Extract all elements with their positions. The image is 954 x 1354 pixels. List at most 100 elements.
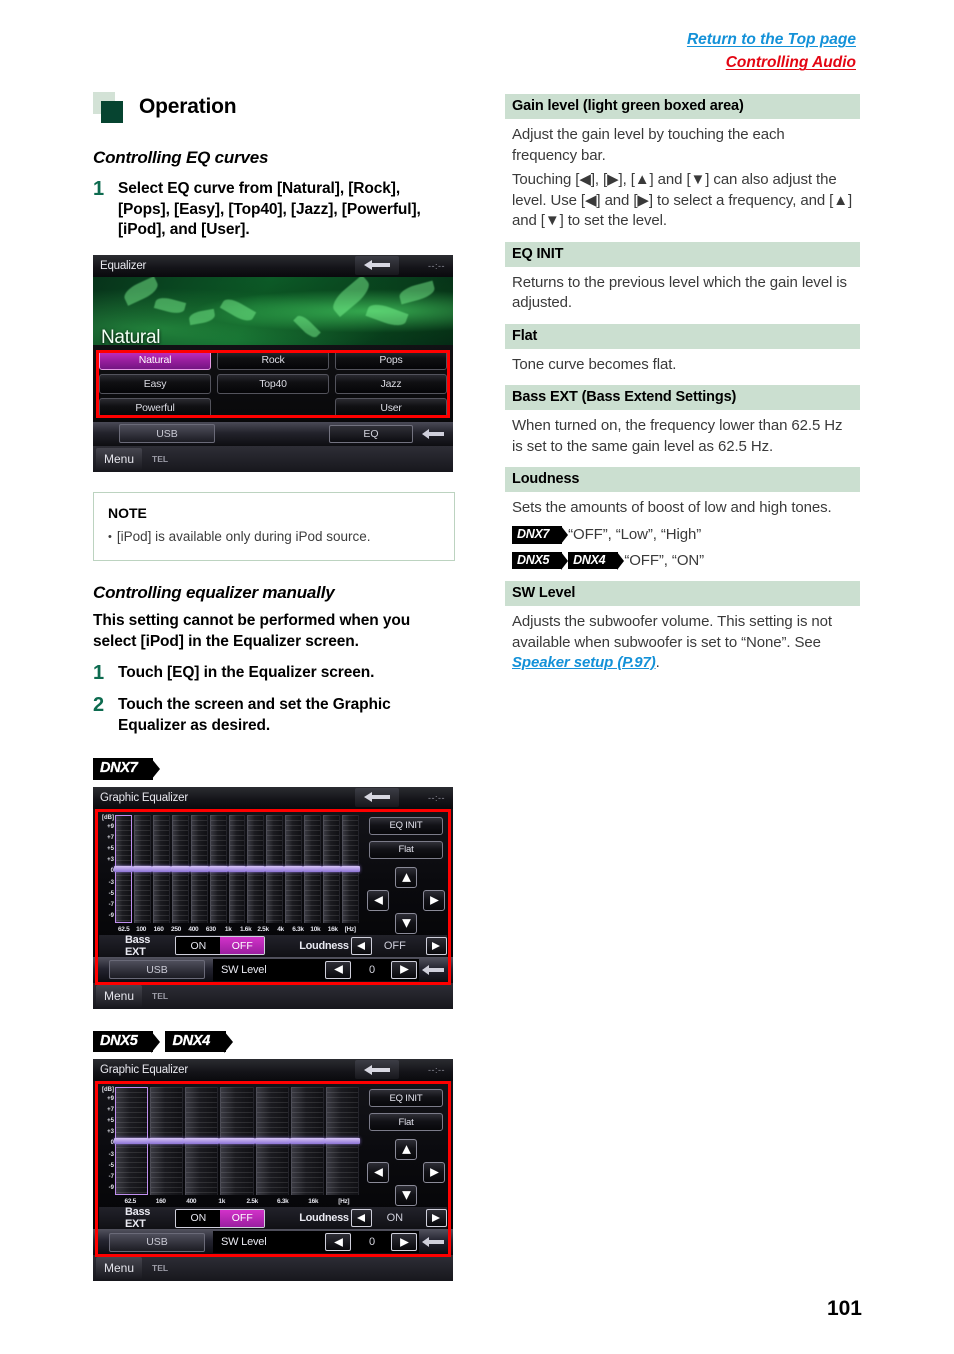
bass-ext-on-button[interactable]: ON [176,937,221,955]
loudness-prev-button[interactable] [350,936,373,955]
frequency-bar[interactable] [189,814,209,923]
frequency-bar[interactable] [170,814,190,923]
frequency-label: 62.5 [117,925,130,933]
speaker-setup-link[interactable]: Speaker setup (P.97) [512,654,656,671]
return-button[interactable] [417,424,449,444]
bass-ext-off-button[interactable]: OFF [220,1209,265,1227]
source-usb-button[interactable]: USB [119,424,215,444]
graphic-eq-plot: [dB] +9 +7 +5 +3 0 -3 -5 -7 -9 EQ INIT F… [99,1087,447,1207]
step-text: Touch [EQ] in the Equalizer screen. [118,664,375,682]
frequency-bar[interactable] [114,1087,150,1196]
eq-init-button[interactable]: EQ INIT [369,1089,443,1108]
flat-button[interactable]: Flat [369,1113,443,1132]
frequency-prev-button[interactable] [367,889,389,911]
frequency-unit-label: [Hz] [338,1198,350,1206]
sw-level-increase-button[interactable] [391,1233,417,1252]
frequency-label: 100 [136,925,147,933]
frequency-bar[interactable] [341,814,360,923]
flat-button[interactable]: Flat [369,840,443,859]
back-arrow-button[interactable] [355,255,399,275]
dnx5-dnx4-badge-row: DNX5 DNX4 [93,1030,455,1054]
frequency-label: 250 [171,925,181,933]
loudness-next-button[interactable] [425,936,447,955]
source-usb-button[interactable]: USB [109,960,205,980]
equalizer-preset-screenshot: Equalizer --:-- Natural Natural Rock Pop… [93,254,453,472]
definition-description: Adjust the gain level by touching the ea… [505,119,860,242]
bass-ext-off-button[interactable]: OFF [220,937,265,955]
return-button[interactable] [417,1232,449,1252]
graphic-eq-controls: EQ INIT Flat [361,815,447,934]
menu-button[interactable]: Menu [96,984,142,1007]
graphic-eq-bottom-bar: USB SW Level 0 [93,1229,453,1256]
frequency-bar[interactable] [151,814,171,923]
loudness-values-text: “OFF”, “Low”, “High” [568,526,702,544]
sw-level-panel: SW Level 0 [213,1231,419,1254]
db-label: +9 [107,1096,114,1103]
loudness-label: Loudness [299,1212,349,1225]
sw-level-decrease-button[interactable] [325,960,351,979]
sw-level-value: 0 [369,963,376,976]
sw-level-label: SW Level [221,963,267,976]
frequency-bar[interactable] [114,814,133,923]
back-arrow-button[interactable] [355,1060,399,1080]
frequency-bar[interactable] [208,814,228,923]
frequency-bar[interactable] [219,1087,255,1196]
return-to-top-page-link[interactable]: Return to the Top page [687,29,856,51]
frequency-bar[interactable] [149,1087,185,1196]
frequency-bar[interactable] [322,814,342,923]
db-label: -5 [108,1163,114,1170]
frequency-bar[interactable] [265,814,285,923]
device-titlebar: Equalizer --:-- [93,254,453,277]
current-eq-curve-label: Natural [101,326,161,345]
controlling-audio-breadcrumb-link[interactable]: Controlling Audio [726,52,856,74]
eq-button[interactable]: EQ [329,424,413,443]
db-label: -3 [108,879,114,886]
gain-down-button[interactable] [395,1185,417,1207]
frequency-label: 6.3k [277,1198,289,1206]
frequency-bar[interactable] [289,1087,325,1196]
eq-preset-user-button[interactable]: User [335,397,447,418]
sw-level-decrease-button[interactable] [325,1233,351,1252]
frequency-next-button[interactable] [423,1162,445,1184]
definition-description: Returns to the previous level which the … [505,267,860,324]
frequency-next-button[interactable] [423,889,445,911]
frequency-bar[interactable] [254,1087,290,1196]
loudness-next-button[interactable] [425,1209,447,1228]
frequency-bar[interactable] [284,814,304,923]
eq-preset-jazz-button[interactable]: Jazz [335,373,447,394]
eq-preset-pops-button[interactable]: Pops [335,349,447,370]
eq-preset-easy-button[interactable]: Easy [99,373,211,394]
sw-level-panel: SW Level 0 [213,958,419,981]
frequency-bar[interactable] [324,1087,360,1196]
frequency-prev-button[interactable] [367,1162,389,1184]
return-arrow-icon [422,964,444,975]
frequency-label: 16k [308,1198,319,1206]
menu-button[interactable]: Menu [96,1257,142,1280]
gain-up-button[interactable] [395,1139,417,1161]
frequency-bar[interactable] [303,814,323,923]
sw-level-increase-button[interactable] [391,960,417,979]
frequency-bar[interactable] [132,814,152,923]
eq-preset-natural-button[interactable]: Natural [99,349,211,370]
eq-preset-rock-button[interactable]: Rock [217,349,329,370]
loudness-prev-button[interactable] [350,1209,373,1228]
device-title: Graphic Equalizer [100,791,189,804]
gain-up-button[interactable] [395,866,417,888]
menu-button[interactable]: Menu [96,447,142,470]
source-usb-button[interactable]: USB [109,1232,205,1252]
return-button[interactable] [417,960,449,980]
step-number: 1 [93,662,105,685]
eq-preset-powerful-button[interactable]: Powerful [99,397,211,418]
gain-down-button[interactable] [395,912,417,934]
eq-init-button[interactable]: EQ INIT [369,816,443,835]
back-arrow-button[interactable] [355,787,399,807]
right-triangle-icon [429,1168,439,1178]
frequency-bar[interactable] [184,1087,220,1196]
eq-preset-top40-button[interactable]: Top40 [217,373,329,394]
left-triangle-icon [373,1168,383,1178]
bass-ext-on-button[interactable]: ON [176,1209,221,1227]
graphic-equalizer-dnx5-screenshot: Graphic Equalizer --:-- [dB] +9 +7 +5 +3… [93,1059,453,1282]
frequency-bar[interactable] [227,814,247,923]
left-arrow-icon [364,792,390,803]
frequency-bar[interactable] [246,814,266,923]
